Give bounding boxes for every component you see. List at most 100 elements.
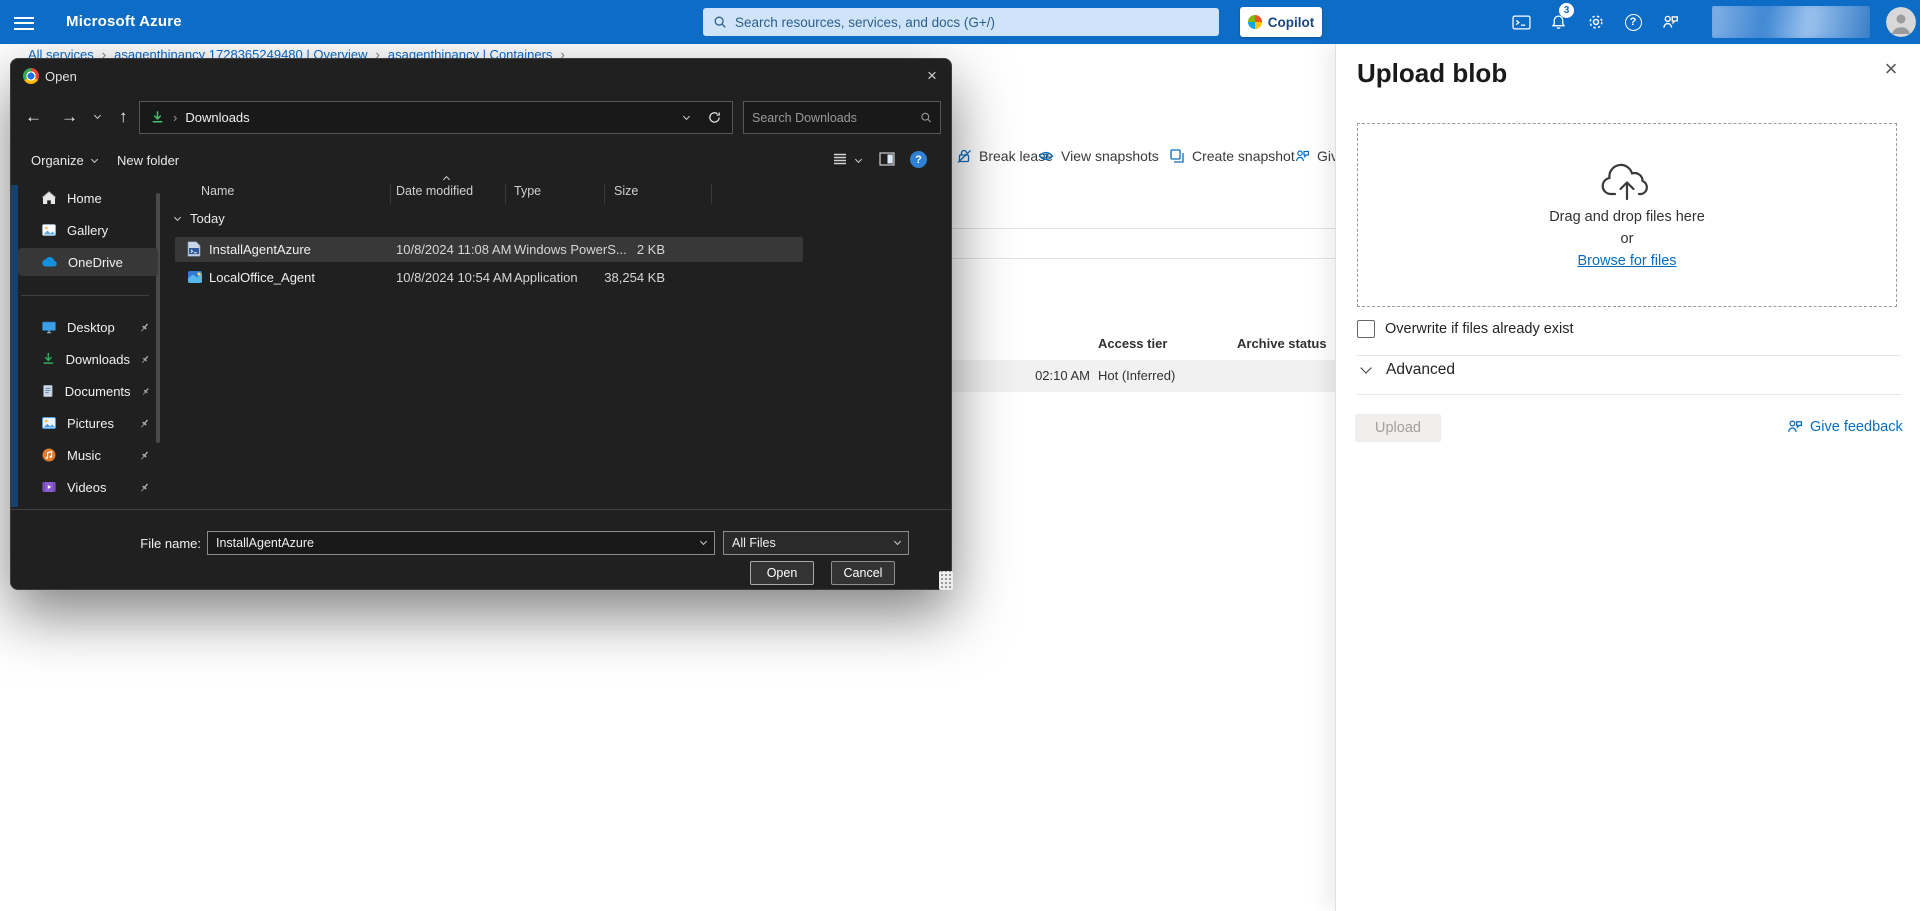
pin-icon[interactable] bbox=[139, 418, 150, 429]
column-separator[interactable] bbox=[711, 184, 712, 204]
global-search[interactable] bbox=[703, 8, 1219, 36]
pin-icon[interactable] bbox=[139, 482, 150, 493]
file-dropzone[interactable]: Drag and drop files here or Browse for f… bbox=[1357, 123, 1897, 307]
brand-title: Microsoft Azure bbox=[66, 13, 182, 30]
settings-button[interactable] bbox=[1580, 6, 1612, 38]
panel-close-button[interactable]: × bbox=[1876, 54, 1906, 84]
organize-button[interactable]: Organize bbox=[31, 153, 98, 168]
panel-title: Upload blob bbox=[1357, 58, 1508, 88]
divider bbox=[940, 258, 1335, 259]
help-button[interactable]: ? bbox=[1617, 6, 1649, 38]
recent-locations-chevron[interactable] bbox=[93, 111, 102, 120]
give-feedback-link[interactable]: Give feedback bbox=[1786, 418, 1903, 435]
desktop-icon bbox=[42, 321, 56, 334]
resize-grip[interactable] bbox=[939, 571, 953, 590]
footer-divider bbox=[11, 509, 951, 510]
column-header-size[interactable]: Size bbox=[614, 184, 638, 198]
view-snapshots-button[interactable]: View snapshots bbox=[1038, 148, 1159, 164]
pin-icon[interactable] bbox=[141, 386, 150, 397]
pin-icon[interactable] bbox=[139, 450, 150, 461]
sidebar-item-onedrive[interactable]: OneDrive bbox=[18, 248, 158, 276]
dialog-help-button[interactable]: ? bbox=[910, 151, 927, 168]
sidebar-label: Documents bbox=[64, 383, 131, 399]
view-mode-button[interactable] bbox=[832, 151, 848, 172]
address-bar[interactable]: › Downloads bbox=[139, 101, 733, 134]
forward-button[interactable]: → bbox=[61, 107, 78, 127]
global-search-input[interactable] bbox=[735, 14, 1209, 30]
file-name-field[interactable] bbox=[207, 531, 715, 555]
sidebar-label: Videos bbox=[67, 479, 107, 495]
up-button[interactable]: ↑ bbox=[119, 107, 128, 127]
cloud-upload-icon bbox=[1601, 163, 1648, 201]
search-icon bbox=[714, 16, 726, 28]
azure-header: Microsoft Azure Copilot 3 ? bbox=[0, 0, 1920, 44]
open-button[interactable]: Open bbox=[750, 561, 814, 585]
address-dropdown-chevron[interactable] bbox=[682, 112, 691, 120]
column-header-date-modified[interactable]: Date modified bbox=[396, 184, 473, 198]
create-snapshot-button[interactable]: Create snapshot bbox=[1169, 148, 1295, 164]
pin-icon[interactable] bbox=[139, 322, 150, 333]
notifications-button[interactable]: 3 bbox=[1542, 3, 1574, 38]
avatar[interactable] bbox=[1886, 7, 1916, 37]
column-separator[interactable] bbox=[604, 184, 605, 204]
account-info-redacted[interactable] bbox=[1712, 6, 1870, 38]
powershell-file-icon bbox=[187, 241, 201, 257]
sidebar-item-home[interactable]: Home bbox=[18, 184, 158, 212]
preview-pane-button[interactable] bbox=[879, 151, 895, 172]
sidebar-label: Home bbox=[67, 190, 102, 206]
cancel-button[interactable]: Cancel bbox=[831, 561, 895, 585]
copilot-button[interactable]: Copilot bbox=[1240, 7, 1322, 37]
sidebar-item-videos[interactable]: Videos bbox=[18, 473, 158, 501]
divider bbox=[1357, 355, 1901, 356]
column-header-name[interactable]: Name bbox=[201, 184, 234, 198]
column-access-tier[interactable]: Access tier bbox=[1098, 336, 1167, 351]
column-separator[interactable] bbox=[505, 184, 506, 204]
address-location[interactable]: Downloads bbox=[185, 110, 249, 125]
dialog-titlebar[interactable]: Open × bbox=[11, 59, 951, 93]
dialog-search-box[interactable] bbox=[743, 101, 941, 134]
upload-button-disabled[interactable]: Upload bbox=[1355, 414, 1441, 442]
details-view-icon bbox=[834, 153, 846, 165]
blob-row[interactable]: 02:10 AM Hot (Inferred) bbox=[952, 360, 1335, 392]
file-type-dropdown[interactable]: All Files bbox=[723, 531, 909, 555]
blob-access-tier: Hot (Inferred) bbox=[1098, 368, 1176, 383]
chevron-down-icon bbox=[1360, 362, 1372, 374]
cloud-shell-button[interactable] bbox=[1505, 6, 1537, 38]
hamburger-menu-icon[interactable] bbox=[14, 13, 36, 31]
pin-icon[interactable] bbox=[140, 354, 150, 365]
sidebar-item-desktop[interactable]: Desktop bbox=[18, 313, 158, 341]
file-name-label: File name: bbox=[140, 536, 201, 551]
preview-pane-icon bbox=[879, 152, 895, 166]
give-feedback-toolbar-button[interactable]: Giv bbox=[1294, 148, 1335, 164]
sidebar-item-downloads[interactable]: Downloads bbox=[18, 345, 158, 373]
group-today[interactable]: Today bbox=[173, 211, 225, 226]
overwrite-checkbox[interactable] bbox=[1357, 320, 1375, 338]
sidebar-item-gallery[interactable]: Gallery bbox=[18, 216, 158, 244]
sidebar-label: Music bbox=[67, 447, 101, 463]
view-mode-chevron[interactable] bbox=[854, 155, 863, 164]
container-command-bar: Break lease View snapshots Create snapsh… bbox=[950, 140, 1335, 176]
dialog-close-button[interactable]: × bbox=[916, 62, 948, 90]
feedback-button[interactable] bbox=[1654, 6, 1686, 38]
column-archive-status[interactable]: Archive status bbox=[1237, 336, 1327, 351]
upload-blob-panel: Upload blob × Drag and drop files here o… bbox=[1335, 44, 1920, 911]
file-name-input[interactable] bbox=[216, 536, 702, 550]
file-row-installagentazure[interactable]: InstallAgentAzure 10/8/2024 11:08 AM Win… bbox=[175, 237, 803, 262]
overwrite-checkbox-row[interactable]: Overwrite if files already exist bbox=[1357, 320, 1574, 338]
sidebar-item-documents[interactable]: Documents bbox=[18, 377, 158, 405]
column-separator[interactable] bbox=[390, 184, 391, 204]
file-date: 10/8/2024 11:08 AM bbox=[396, 242, 512, 257]
back-button[interactable]: ← bbox=[25, 107, 42, 127]
browse-for-files-link[interactable]: Browse for files bbox=[1577, 253, 1676, 269]
sidebar-item-music[interactable]: Music bbox=[18, 441, 158, 469]
advanced-toggle[interactable]: Advanced bbox=[1360, 361, 1455, 379]
column-header-type[interactable]: Type bbox=[514, 184, 541, 198]
chevron-down-icon[interactable] bbox=[700, 537, 708, 546]
documents-icon bbox=[43, 385, 53, 397]
sidebar-item-pictures[interactable]: Pictures bbox=[18, 409, 158, 437]
file-row-localoffice-agent[interactable]: LocalOffice_Agent 10/8/2024 10:54 AM App… bbox=[175, 265, 803, 290]
azure-portal-screen: Microsoft Azure Copilot 3 ? bbox=[0, 0, 1920, 911]
dialog-search-input[interactable] bbox=[752, 110, 920, 125]
refresh-icon[interactable] bbox=[707, 110, 722, 125]
new-folder-button[interactable]: New folder bbox=[117, 153, 179, 168]
